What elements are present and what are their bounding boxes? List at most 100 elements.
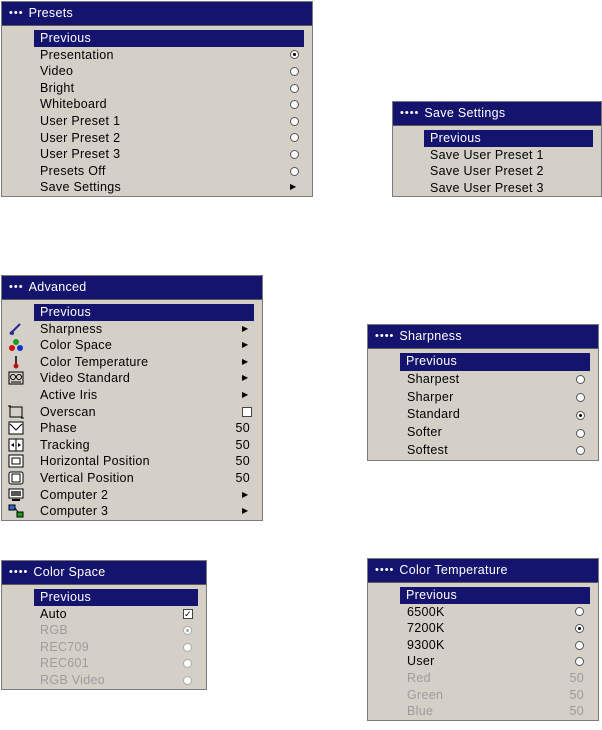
radio-button-icon[interactable]: [576, 392, 585, 402]
menu-item-label: Previous: [40, 31, 92, 45]
checkbox-icon[interactable]: ✓: [183, 608, 193, 619]
menu-item-softest[interactable]: Softest: [368, 442, 598, 460]
menu-item-tracking[interactable]: Tracking 50: [2, 437, 262, 454]
menu-title: Color Space: [33, 565, 106, 579]
menu-item-standard[interactable]: Standard: [368, 406, 598, 424]
menu-item-7200k[interactable]: 7200K: [368, 620, 598, 637]
menu-item-previous[interactable]: Previous: [34, 30, 304, 47]
presets-menu: ••• Presets Previous Presentation Video Brigh…: [1, 1, 313, 197]
menu-item-label: Video Standard: [40, 371, 131, 386]
sharpness-menu: •••• Sharpness Previous Sharpest Sharper Stan…: [367, 324, 599, 461]
color-space-menu: •••• Color Space Previous Auto ✓ RGB REC709 REC…: [1, 560, 207, 690]
menu-item-video-standard[interactable]: Video Standard ▶: [2, 370, 262, 387]
menu-item-label: Overscan: [40, 404, 96, 419]
menu-item-label: Computer 2: [40, 487, 109, 502]
menu-item-active-iris[interactable]: Active Iris ▶: [2, 387, 262, 404]
menu-item-softer[interactable]: Softer: [368, 424, 598, 442]
menu-item-save-settings[interactable]: Save Settings ▶: [2, 179, 312, 196]
radio-button-icon: [183, 625, 192, 635]
menu-item-save-user-preset-3[interactable]: Save User Preset 3: [393, 180, 601, 197]
submenu-arrow-icon: ▶: [242, 489, 249, 499]
menu-item-color-space[interactable]: Color Space ▶: [2, 337, 262, 354]
menu-item-label: User Preset 2: [40, 130, 121, 145]
menu-item-bright[interactable]: Bright: [2, 80, 312, 97]
radio-button-icon[interactable]: [290, 149, 299, 159]
menu-item-label: Save Settings: [40, 180, 122, 195]
submenu-arrow-icon: ▶: [242, 389, 249, 399]
menu-title: Save Settings: [424, 106, 506, 120]
menu-item-6500k[interactable]: 6500K: [368, 604, 598, 621]
radio-button-icon[interactable]: [290, 116, 299, 126]
menu-item-computer-3[interactable]: Computer 3 ▶: [2, 503, 262, 520]
menu-item-vertical-position[interactable]: Vertical Position 50: [2, 470, 262, 487]
menu-item-phase[interactable]: Phase 50: [2, 420, 262, 437]
menu-item-color-temperature[interactable]: Color Temperature ▶: [2, 354, 262, 371]
menu-item-video[interactable]: Video: [2, 63, 312, 80]
color-space-menu-title-bar: •••• Color Space: [2, 561, 206, 585]
menu-item-label: 7200K: [407, 621, 445, 636]
menu-item-horizontal-position[interactable]: Horizontal Position 50: [2, 453, 262, 470]
menu-item-label: Green: [407, 687, 444, 702]
menu-item-9300k[interactable]: 9300K: [368, 637, 598, 654]
menu-item-previous[interactable]: Previous: [424, 130, 593, 147]
menu-item-label: Bright: [40, 80, 75, 95]
menu-item-label: Horizontal Position: [40, 454, 150, 469]
menu-item-label: Previous: [406, 588, 458, 602]
menu-item-label: Active Iris: [40, 387, 98, 402]
menu-item-user-preset-2[interactable]: User Preset 2: [2, 130, 312, 147]
menu-item-label: Save User Preset 1: [430, 147, 544, 162]
menu-item-save-user-preset-1[interactable]: Save User Preset 1: [393, 147, 601, 164]
menu-item-user-preset-1[interactable]: User Preset 1: [2, 113, 312, 130]
menu-item-label: Save User Preset 3: [430, 180, 544, 195]
menu-item-user-preset-3[interactable]: User Preset 3: [2, 146, 312, 163]
menu-item-sharpness[interactable]: Sharpness ▶: [2, 321, 262, 338]
radio-button-icon[interactable]: [290, 83, 299, 93]
radio-button-icon[interactable]: [290, 66, 299, 76]
menu-item-label: Video: [40, 64, 74, 79]
menu-item-label: Blue: [407, 704, 434, 719]
menu-item-save-user-preset-2[interactable]: Save User Preset 2: [393, 163, 601, 180]
menu-item-sharpest[interactable]: Sharpest: [368, 371, 598, 389]
radio-button-icon[interactable]: [575, 657, 584, 667]
checkbox-icon[interactable]: [242, 406, 252, 417]
menu-item-label: REC601: [40, 656, 90, 671]
menu-item-green: Green 50: [368, 687, 598, 704]
radio-button-icon[interactable]: [575, 607, 584, 617]
menu-item-overscan[interactable]: Overscan: [2, 404, 262, 421]
menu-item-whiteboard[interactable]: Whiteboard: [2, 96, 312, 113]
radio-button-icon[interactable]: [575, 623, 584, 633]
radio-button-icon[interactable]: [290, 100, 299, 110]
menu-item-computer-2[interactable]: Computer 2 ▶: [2, 487, 262, 504]
menu-item-sharper[interactable]: Sharper: [368, 389, 598, 407]
radio-button-icon[interactable]: [576, 446, 585, 456]
menu-item-previous[interactable]: Previous: [34, 304, 254, 321]
menu-item-auto[interactable]: Auto ✓: [2, 606, 206, 623]
menu-item-label: Softer: [407, 425, 443, 440]
radio-button-icon[interactable]: [576, 410, 585, 420]
menu-item-label: Auto: [40, 606, 67, 621]
radio-button-icon[interactable]: [575, 640, 584, 650]
submenu-arrow-icon: ▶: [242, 373, 249, 383]
menu-item-label: REC709: [40, 639, 90, 654]
menu-item-previous[interactable]: Previous: [400, 587, 590, 604]
menu-item-label: Previous: [430, 131, 482, 145]
menu-item-label: Standard: [407, 407, 461, 422]
submenu-arrow-icon: ▶: [242, 506, 249, 516]
radio-button-icon[interactable]: [290, 166, 299, 176]
menu-item-presets-off[interactable]: Presets Off: [2, 163, 312, 180]
menu-title: Presets: [28, 6, 74, 20]
radio-button-icon[interactable]: [290, 133, 299, 143]
menu-dots-icon: •••: [9, 281, 24, 293]
radio-button-icon[interactable]: [576, 428, 585, 438]
menu-item-label: User Preset 1: [40, 113, 121, 128]
menu-item-user[interactable]: User: [368, 653, 598, 670]
menu-dots-icon: ••••: [400, 107, 420, 119]
radio-button-icon[interactable]: [576, 375, 585, 385]
menu-item-rgb-video: RGB Video: [2, 672, 206, 689]
menu-item-previous[interactable]: Previous: [400, 353, 590, 371]
menu-item-label: User: [407, 654, 435, 669]
radio-button-icon[interactable]: [290, 50, 299, 60]
menu-item-presentation[interactable]: Presentation: [2, 47, 312, 64]
menu-item-previous[interactable]: Previous: [34, 589, 198, 606]
menu-dots-icon: ••••: [375, 330, 395, 342]
